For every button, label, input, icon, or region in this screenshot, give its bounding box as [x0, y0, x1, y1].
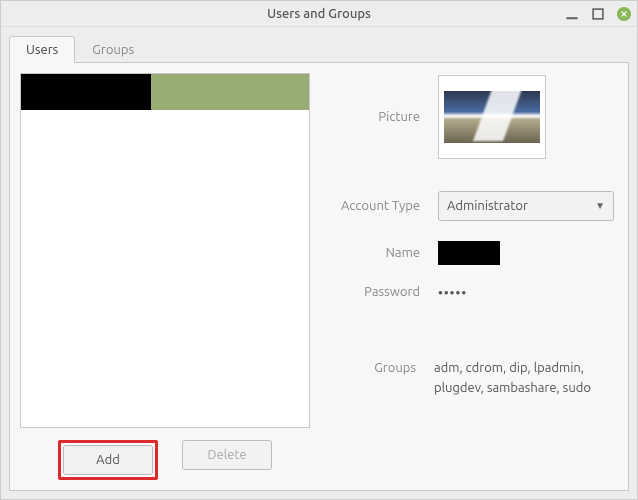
groups-label: Groups — [330, 361, 434, 375]
name-label: Name — [330, 246, 438, 260]
picture-label: Picture — [330, 110, 438, 124]
picture-button[interactable] — [438, 75, 546, 159]
maximize-button[interactable] — [591, 7, 605, 21]
close-button[interactable] — [617, 7, 631, 21]
window-controls — [565, 1, 631, 27]
password-value[interactable]: ●●●●● — [438, 288, 467, 297]
add-button[interactable]: Add — [63, 445, 153, 475]
window-title: Users and Groups — [1, 7, 637, 21]
tab-users-label: Users — [26, 43, 58, 57]
minimize-button[interactable] — [565, 7, 579, 21]
tab-bar: Users Groups — [9, 36, 629, 63]
users-and-groups-window: Users and Groups Users Groups — [0, 0, 638, 500]
delete-button[interactable]: Delete — [182, 440, 272, 470]
picture-field: Picture — [330, 75, 614, 159]
tab-users[interactable]: Users — [9, 36, 75, 63]
content-area: Users Groups Add — [1, 27, 637, 499]
user-list[interactable] — [20, 73, 310, 428]
account-type-field: Account Type Administrator ▼ — [330, 191, 614, 221]
account-type-label: Account Type — [330, 199, 438, 213]
account-type-value: Administrator — [447, 199, 528, 213]
password-field: Password ●●●●● — [330, 285, 614, 299]
left-column: Add Delete — [20, 73, 310, 480]
account-type-select[interactable]: Administrator ▼ — [438, 191, 614, 221]
list-buttons: Add Delete — [20, 440, 310, 480]
groups-field: Groups adm, cdrom, dip, lpadmin, plugdev… — [330, 359, 614, 398]
tab-groups[interactable]: Groups — [75, 36, 151, 63]
add-button-label: Add — [96, 453, 120, 467]
users-panel: Add Delete Picture Accou — [9, 62, 629, 491]
groups-value[interactable]: adm, cdrom, dip, lpadmin, plugdev, samba… — [434, 359, 614, 398]
details-column: Picture Account Type Administrator ▼ Nam… — [330, 73, 618, 480]
name-field: Name — [330, 241, 614, 265]
user-row-redacted — [21, 74, 151, 110]
tab-groups-label: Groups — [92, 43, 134, 57]
password-label: Password — [330, 285, 438, 299]
name-value-redacted[interactable] — [438, 241, 500, 265]
chevron-down-icon: ▼ — [595, 200, 605, 212]
user-picture — [444, 91, 540, 143]
titlebar: Users and Groups — [1, 1, 637, 27]
delete-button-label: Delete — [207, 448, 246, 462]
add-button-highlight: Add — [58, 440, 158, 480]
user-row-selected[interactable] — [21, 74, 309, 110]
